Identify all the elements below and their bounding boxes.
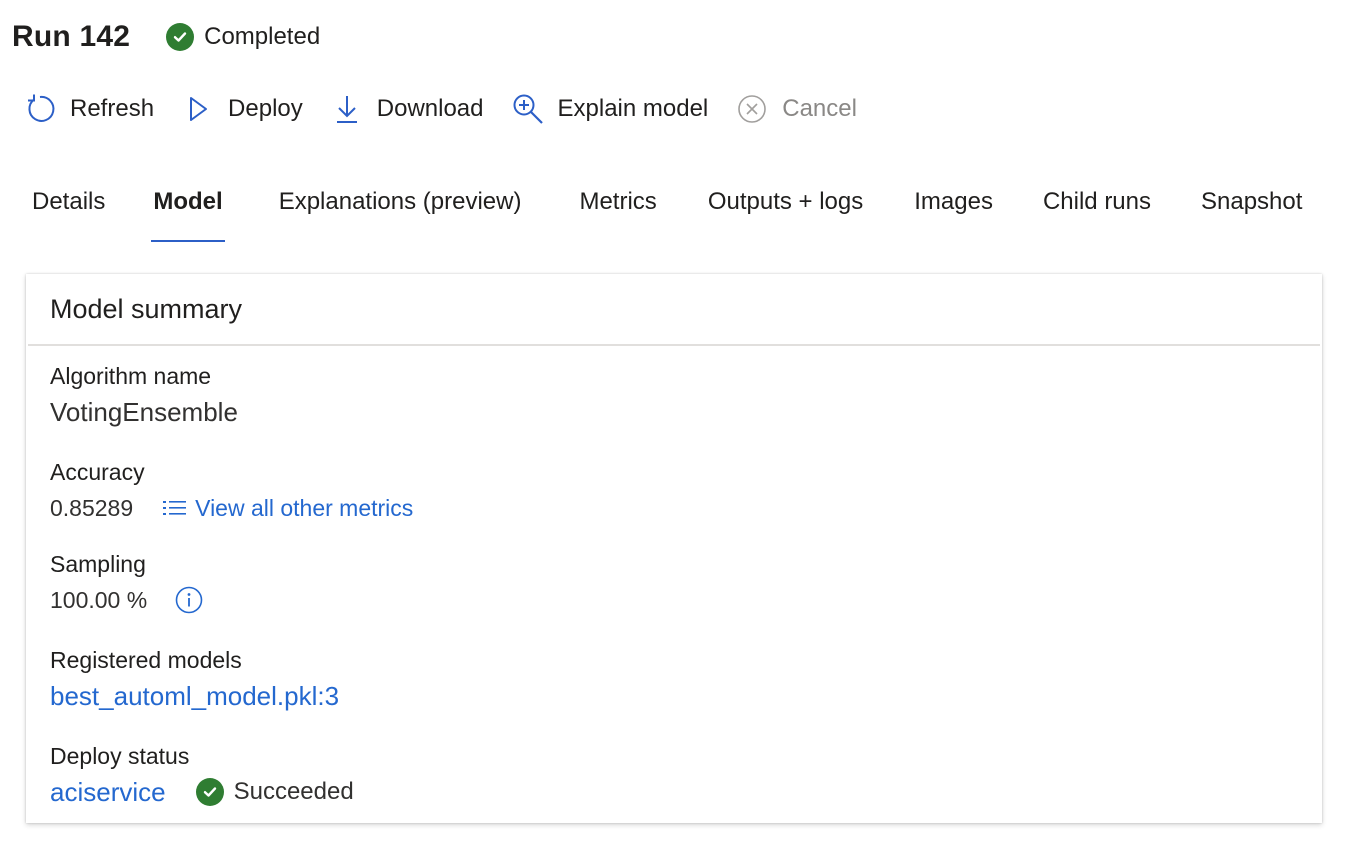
registered-models-field: Registered models best_automl_model.pkl:…	[50, 644, 339, 716]
list-icon	[163, 501, 187, 515]
refresh-label: Refresh	[70, 95, 155, 122]
run-header: Run 142 Completed	[12, 12, 320, 62]
tab-model[interactable]: Model	[151, 176, 226, 242]
zoom-in-icon	[512, 93, 544, 125]
algorithm-value: VotingEnsemble	[50, 396, 238, 427]
status-text: Completed	[204, 23, 321, 50]
download-button[interactable]: Download	[331, 93, 484, 125]
sampling-row: 100.00 %	[50, 580, 203, 620]
tab-snapshot[interactable]: Snapshot	[1201, 176, 1302, 242]
tab-metrics[interactable]: Metrics	[579, 176, 656, 242]
deployment-link[interactable]: aciservice	[50, 777, 166, 808]
status-badge: Completed	[166, 23, 320, 51]
deploy-status-row: aciservice Succeeded	[50, 772, 354, 812]
refresh-icon	[24, 93, 56, 125]
page-title: Run 142	[12, 20, 131, 53]
algorithm-field: Algorithm name VotingEnsemble	[50, 360, 238, 432]
run-page: Run 142 Completed Refresh Deploy Downloa…	[0, 0, 1368, 846]
cancel-icon	[736, 93, 768, 125]
accuracy-field: Accuracy 0.85289 View all other metrics	[50, 456, 413, 528]
deploy-button[interactable]: Deploy	[182, 93, 303, 125]
download-label: Download	[376, 95, 484, 122]
tab-bar: Details Model Explanations (preview) Met…	[32, 176, 1302, 242]
algorithm-label: Algorithm name	[50, 363, 212, 389]
view-metrics-link[interactable]: View all other metrics	[161, 495, 413, 522]
explain-model-label: Explain model	[557, 95, 709, 122]
accuracy-row: 0.85289 View all other metrics	[50, 488, 413, 528]
registered-models-label: Registered models	[50, 647, 242, 673]
deploy-status-text: Succeeded	[233, 778, 354, 805]
tab-explanations[interactable]: Explanations (preview)	[279, 176, 522, 242]
tab-child-runs[interactable]: Child runs	[1043, 176, 1151, 242]
deploy-status-label: Deploy status	[50, 743, 190, 769]
play-icon	[182, 93, 214, 125]
deploy-status-badge: Succeeded	[195, 778, 354, 806]
sampling-label: Sampling	[50, 551, 146, 577]
toolbar: Refresh Deploy Download Explain model Ca…	[24, 86, 885, 132]
tab-outputs-logs[interactable]: Outputs + logs	[708, 176, 863, 242]
sampling-value: 100.00 %	[50, 586, 148, 613]
deploy-label: Deploy	[228, 95, 303, 122]
explain-model-button[interactable]: Explain model	[512, 93, 709, 125]
accuracy-label: Accuracy	[50, 459, 145, 485]
check-circle-icon	[195, 778, 224, 806]
card-title: Model summary	[28, 274, 1320, 346]
check-circle-icon	[166, 23, 195, 51]
view-metrics-label: View all other metrics	[195, 494, 414, 521]
cancel-label: Cancel	[782, 95, 857, 122]
cancel-button[interactable]: Cancel	[736, 93, 857, 125]
registered-model-link[interactable]: best_automl_model.pkl:3	[50, 676, 339, 716]
tab-details[interactable]: Details	[32, 176, 105, 242]
sampling-field: Sampling 100.00 %	[50, 548, 203, 620]
tab-images[interactable]: Images	[914, 176, 993, 242]
download-icon	[331, 93, 363, 125]
info-icon[interactable]	[175, 586, 203, 614]
model-summary-card: Model summary Algorithm name VotingEnsem…	[26, 274, 1322, 823]
deploy-status-field: Deploy status aciservice Succeeded	[50, 740, 354, 812]
refresh-button[interactable]: Refresh	[24, 93, 154, 125]
accuracy-value: 0.85289	[50, 494, 134, 521]
